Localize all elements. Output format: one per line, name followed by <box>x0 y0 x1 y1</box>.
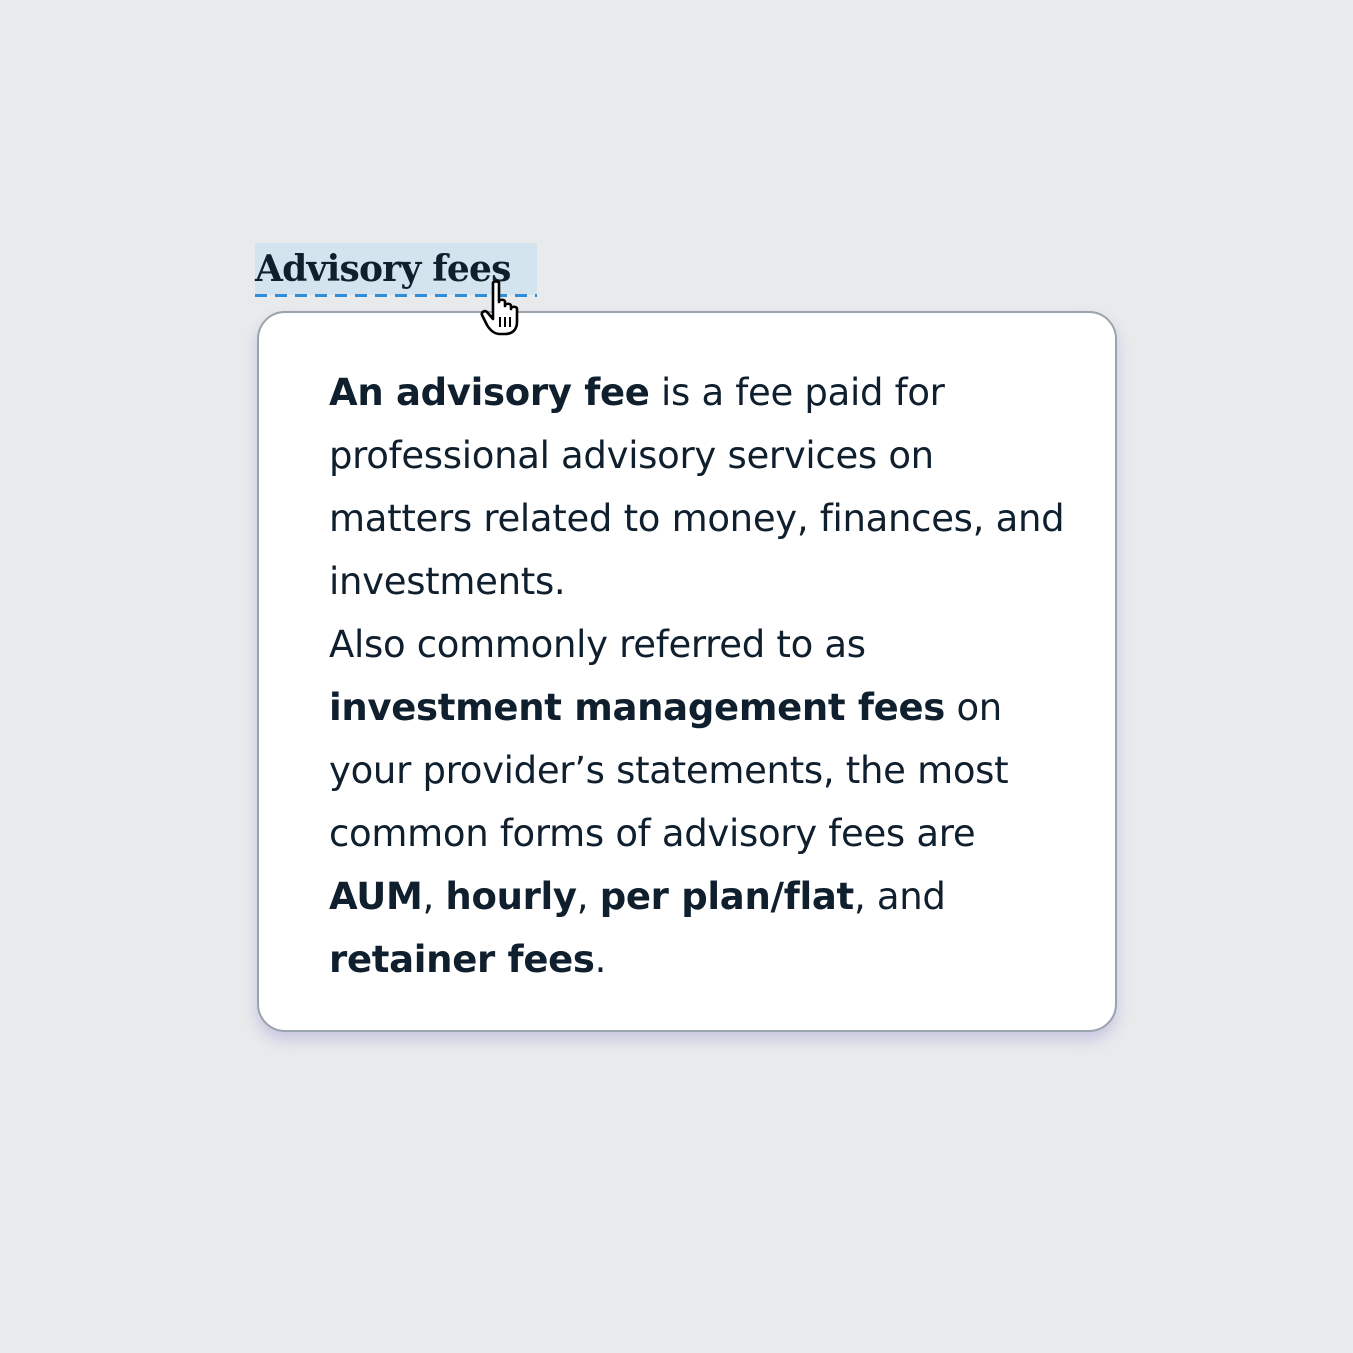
tooltip-body: An advisory fee is a fee paid for profes… <box>329 361 1069 991</box>
fee-type-retainer: retainer fees <box>329 938 595 981</box>
closing-period: . <box>594 938 607 981</box>
definition-bold-term: An advisory fee <box>329 371 650 414</box>
alias-bold-term: investment management fees <box>329 686 945 729</box>
separator-text: , and <box>853 875 946 918</box>
hand-pointer-icon <box>480 280 519 336</box>
alias-text: Also commonly referred to as <box>329 623 866 666</box>
alias-paragraph: Also commonly referred to as investment … <box>329 613 1069 991</box>
definition-paragraph: An advisory fee is a fee paid for profes… <box>329 361 1069 613</box>
fee-type-hourly: hourly <box>445 875 577 918</box>
fee-type-flat: per plan/flat <box>599 875 855 918</box>
separator-text: , <box>422 875 446 918</box>
fee-type-aum: AUM <box>329 875 423 918</box>
definition-tooltip: An advisory fee is a fee paid for profes… <box>257 311 1117 1032</box>
separator-text: , <box>576 875 600 918</box>
